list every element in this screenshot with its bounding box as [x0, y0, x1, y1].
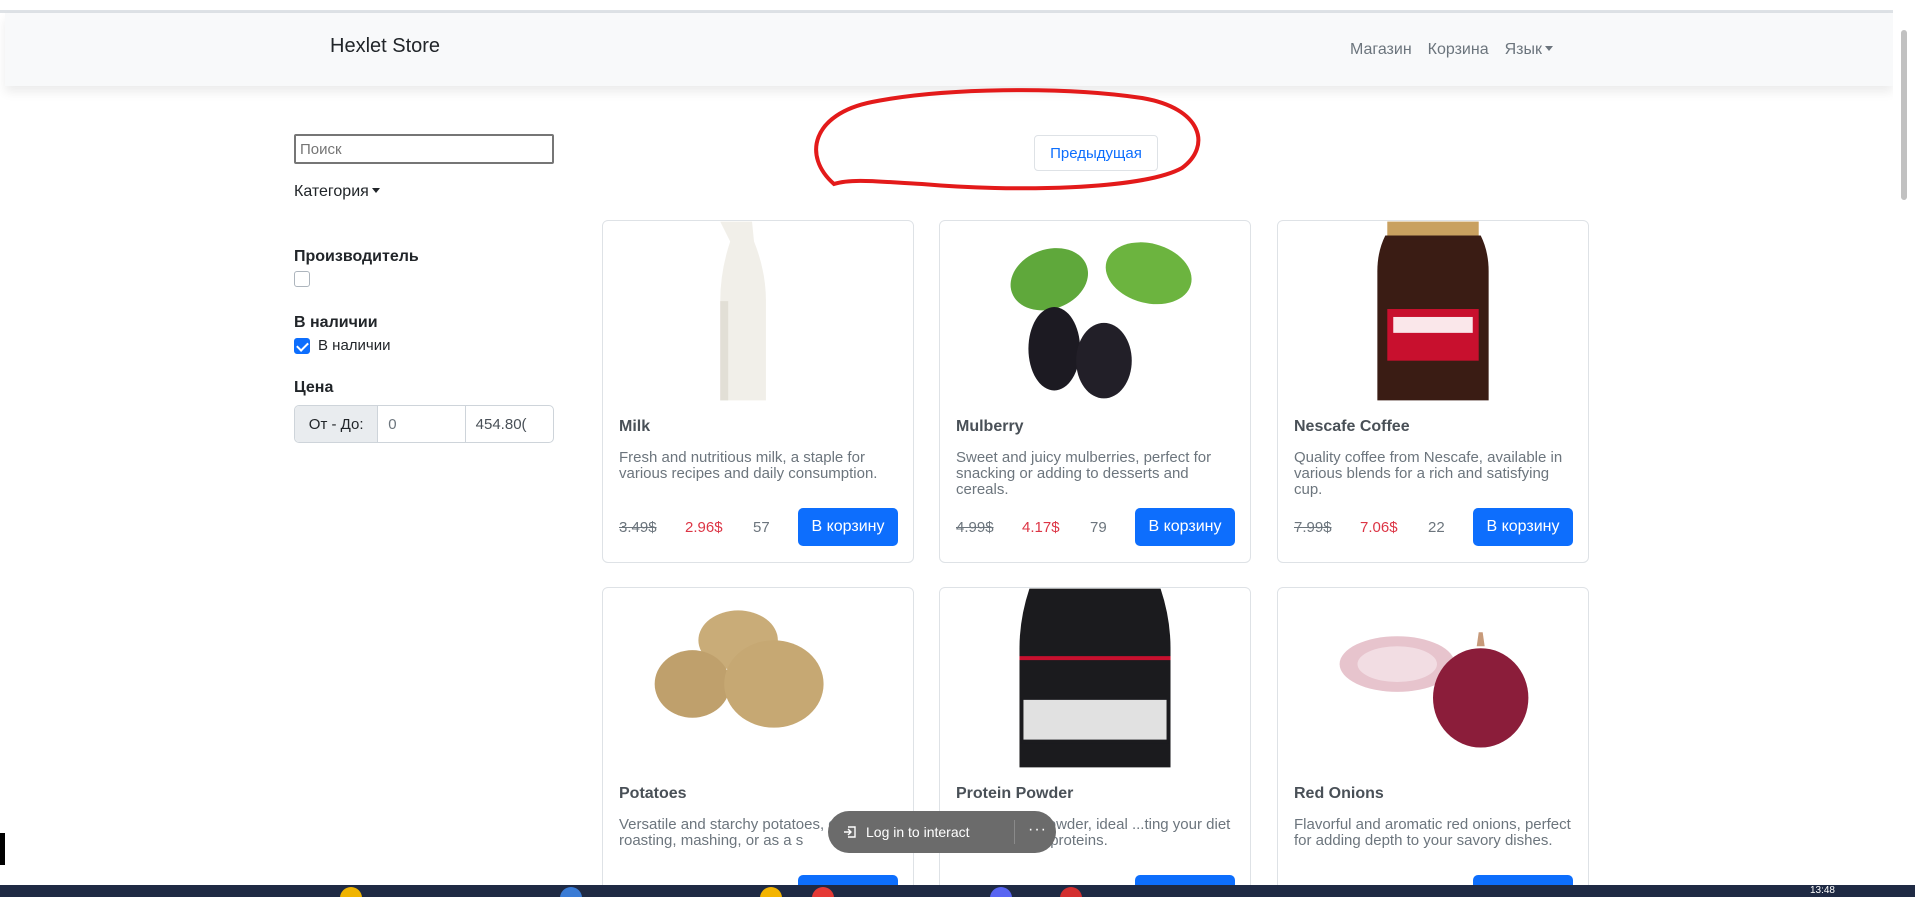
availability-heading: В наличии: [294, 314, 378, 331]
taskbar-clock: 13:48: [1809, 885, 1835, 896]
product-title[interactable]: Red Onions: [1294, 785, 1384, 803]
sale-price: 7.06$: [1360, 519, 1398, 536]
search-input[interactable]: [294, 134, 554, 164]
divider: [1014, 820, 1015, 844]
taskbar-app-icon[interactable]: [760, 887, 782, 897]
manufacturer-heading: Производитель: [294, 248, 419, 265]
milk-image: [603, 221, 913, 401]
product-card: Mulberry Sweet and juicy mulberries, per…: [939, 220, 1251, 563]
sale-price: 4.17$: [1022, 519, 1060, 536]
sale-price: 2.96$: [685, 519, 723, 536]
category-dropdown[interactable]: Категория: [294, 183, 380, 201]
category-label: Категория: [294, 183, 369, 200]
product-title[interactable]: Mulberry: [956, 418, 1024, 436]
login-icon: [844, 826, 856, 838]
more-options-icon[interactable]: ···: [1028, 821, 1047, 839]
nav-link-shop[interactable]: Магазин: [1350, 41, 1412, 59]
potatoes-image: [603, 588, 913, 768]
product-title[interactable]: Milk: [619, 418, 650, 436]
nescafe-jar-image: [1278, 221, 1588, 401]
product-description: Quality coffee from Nescafe, available i…: [1294, 449, 1563, 498]
stock-count: 79: [1090, 519, 1107, 536]
taskbar-app-icon[interactable]: [1060, 887, 1082, 897]
taskbar-app-icon[interactable]: [340, 887, 362, 897]
add-to-cart-button[interactable]: В корзину: [1473, 508, 1573, 546]
chevron-down-icon: [371, 188, 380, 193]
product-card: Milk Fresh and nutritious milk, a staple…: [602, 220, 914, 563]
navbar: Hexlet Store Магазин Корзина Язык: [5, 13, 1893, 86]
manufacturer-checkbox[interactable]: [294, 271, 310, 287]
page-scrollbar[interactable]: [1893, 0, 1915, 885]
login-to-interact-bar[interactable]: Log in to interact ···: [828, 811, 1056, 853]
old-price: 7.99$: [1294, 519, 1332, 536]
price-range-prefix: От - До:: [295, 406, 379, 442]
product-card: Nescafe Coffee Quality coffee from Nesca…: [1277, 220, 1589, 563]
nav-links: Магазин Корзина Язык: [1334, 41, 1553, 59]
taskbar-app-icon[interactable]: [812, 887, 834, 897]
old-price: 3.49$: [619, 519, 657, 536]
price-to-input[interactable]: 454.80(: [466, 406, 553, 442]
price-from-input[interactable]: 0: [378, 406, 466, 442]
product-title[interactable]: Protein Powder: [956, 785, 1073, 803]
product-title[interactable]: Potatoes: [619, 785, 687, 803]
os-taskbar: 13:48: [0, 885, 1915, 897]
product-description: Fresh and nutritious milk, a staple for …: [619, 449, 878, 482]
taskbar-app-icon[interactable]: [560, 887, 582, 897]
protein-powder-image: [940, 588, 1250, 768]
chevron-down-icon: [1545, 46, 1553, 51]
mulberry-image: [940, 221, 1250, 401]
product-title[interactable]: Nescafe Coffee: [1294, 418, 1410, 436]
stock-count: 57: [753, 519, 770, 536]
brand-logo[interactable]: Hexlet Store: [330, 35, 440, 58]
price-range-group: От - До: 0 454.80(: [294, 405, 554, 443]
product-description: Flavorful and aromatic red onions, perfe…: [1294, 816, 1571, 849]
stock-count: 22: [1428, 519, 1445, 536]
taskbar-app-icon[interactable]: [990, 887, 1012, 897]
add-to-cart-button[interactable]: В корзину: [1135, 508, 1235, 546]
scrollbar-thumb[interactable]: [1901, 30, 1907, 200]
login-label[interactable]: Log in to interact: [866, 824, 970, 840]
product-description: Sweet and juicy mulberries, perfect for …: [956, 449, 1212, 498]
edge-marker: [0, 833, 5, 865]
language-label: Язык: [1504, 41, 1542, 58]
previous-page-button[interactable]: Предыдущая: [1034, 135, 1158, 171]
browser-viewport: Hexlet Store Магазин Корзина Язык Катего…: [0, 0, 1915, 897]
availability-checkbox[interactable]: [294, 338, 310, 354]
availability-option-label: В наличии: [318, 337, 391, 354]
language-dropdown[interactable]: Язык: [1505, 41, 1553, 59]
red-onions-image: [1278, 588, 1588, 768]
nav-link-cart[interactable]: Корзина: [1428, 41, 1489, 59]
price-heading: Цена: [294, 379, 334, 396]
old-price: 4.99$: [956, 519, 994, 536]
add-to-cart-button[interactable]: В корзину: [798, 508, 898, 546]
product-card: Red Onions Flavorful and aromatic red on…: [1277, 587, 1589, 897]
